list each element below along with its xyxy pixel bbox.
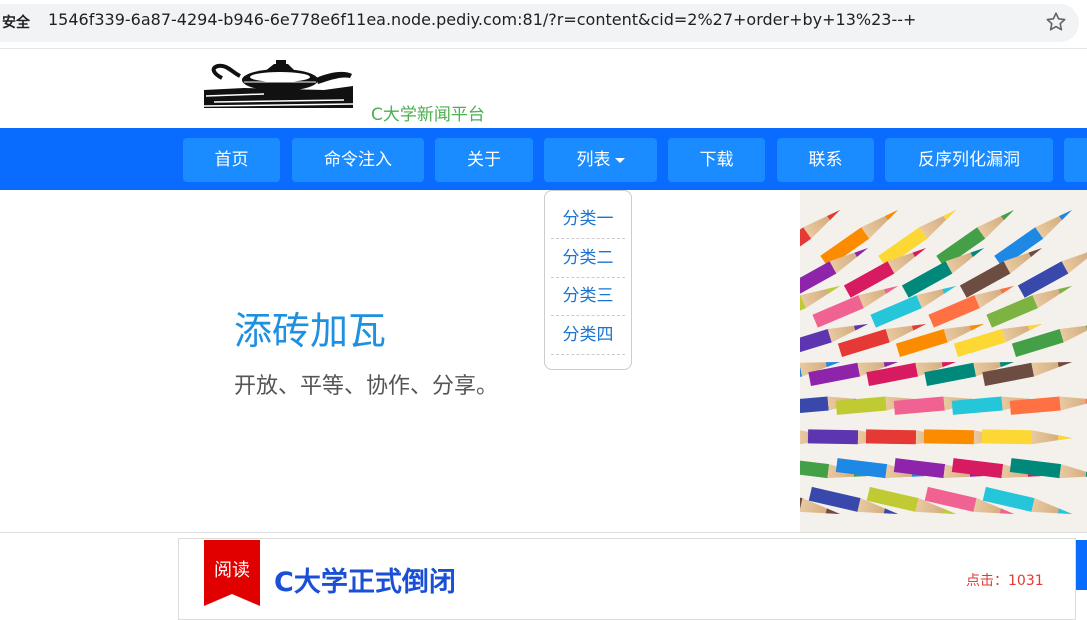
article-click-count: 点击：1031 — [966, 570, 1044, 590]
nav-item-contact[interactable]: 联系 — [777, 138, 874, 182]
dropdown-item-category-2[interactable]: 分类二 — [551, 240, 625, 278]
nav-item-home[interactable]: 首页 — [183, 138, 280, 182]
nav-item-about[interactable]: 关于 — [435, 138, 533, 182]
oil-lamp-logo[interactable] — [204, 60, 353, 108]
nav-item-command-injection[interactable]: 命令注入 — [292, 138, 424, 182]
nav-item-download[interactable]: 下载 — [668, 138, 765, 182]
nav-item-list[interactable]: 列表 — [544, 138, 657, 182]
colored-pencils-image — [800, 190, 1087, 532]
hero-subtitle: 开放、平等、协作、分享。 — [234, 368, 498, 400]
hero-title: 添砖加瓦 — [234, 300, 386, 355]
dropdown-item-category-3[interactable]: 分类三 — [551, 278, 625, 316]
side-block — [1076, 540, 1087, 590]
read-badge-label: 阅读 — [204, 556, 260, 582]
nav-item-list-label: 列表 — [577, 150, 611, 170]
caret-down-icon — [615, 158, 625, 163]
nav-item-deserialization[interactable]: 反序列化漏洞 — [885, 138, 1053, 182]
main-nav: 首页 命令注入 关于 列表 下载 联系 反序列化漏洞 — [0, 128, 1087, 190]
site-name[interactable]: C大学新闻平台 — [371, 100, 485, 125]
nav-item-overflow[interactable] — [1064, 138, 1087, 182]
article-title[interactable]: C大学正式倒闭 — [274, 560, 456, 599]
address-bar: 安全 1546f339-6a87-4294-b946-6e778e6f11ea.… — [0, 0, 1087, 49]
dropdown-item-category-4[interactable]: 分类四 — [551, 317, 625, 355]
url-text[interactable]: 1546f339-6a87-4294-b946-6e778e6f11ea.nod… — [48, 10, 916, 29]
hero-divider — [0, 532, 1087, 533]
list-dropdown-menu: 分类一 分类二 分类三 分类四 — [544, 190, 632, 370]
security-label[interactable]: 安全 — [2, 12, 30, 32]
dropdown-item-category-1[interactable]: 分类一 — [551, 201, 625, 239]
star-icon[interactable] — [1044, 10, 1068, 34]
